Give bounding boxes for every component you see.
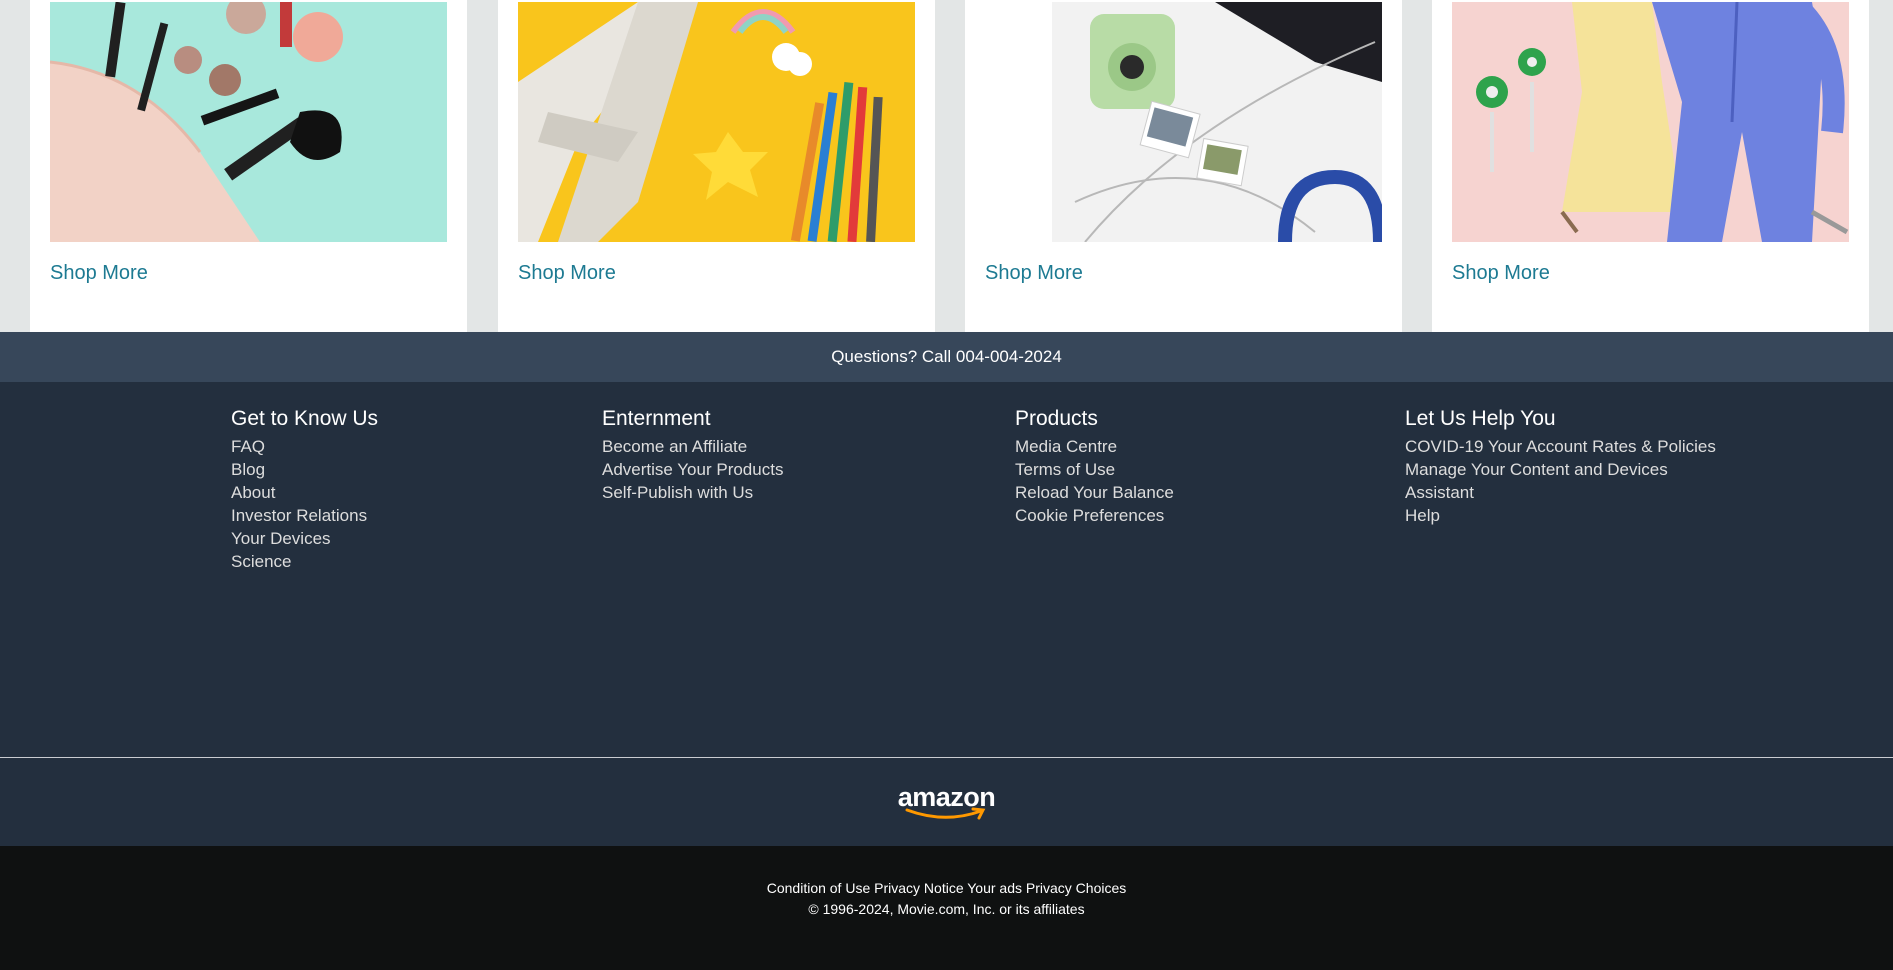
amazon-logo[interactable]: amazon — [895, 782, 999, 822]
condition-of-use-link[interactable]: Condition of Use — [767, 880, 871, 896]
product-cards-row: Shop More Shop More Shop More Shop More — [0, 0, 1893, 332]
footer-column-enternment: Enternment Become an Affiliate Advertise… — [602, 406, 783, 504]
your-ads-privacy-choices-link[interactable]: Your ads Privacy Choices — [967, 880, 1126, 896]
bottom-legal-bar: Condition of Use Privacy Notice Your ads… — [0, 846, 1893, 970]
footer-link-help[interactable]: Help — [1405, 504, 1716, 527]
questions-banner: Questions? Call 004-004-2024 — [0, 332, 1893, 382]
footer-link-media-centre[interactable]: Media Centre — [1015, 435, 1174, 458]
product-card-beauty: Shop More — [30, 0, 467, 332]
shop-more-link[interactable]: Shop More — [518, 262, 616, 285]
shop-more-link[interactable]: Shop More — [1452, 262, 1550, 285]
footer-column-get-to-know-us: Get to Know Us FAQ Blog About Investor R… — [231, 406, 378, 573]
footer-link-covid-policies[interactable]: COVID-19 Your Account Rates & Policies — [1405, 435, 1716, 458]
footer-column-title: Products — [1015, 407, 1098, 430]
footer-link-terms-of-use[interactable]: Terms of Use — [1015, 458, 1174, 481]
product-card-fashion: Shop More — [1432, 0, 1869, 332]
questions-phone-text[interactable]: Questions? Call 004-004-2024 — [831, 347, 1062, 367]
footer-link-your-devices[interactable]: Your Devices — [231, 527, 378, 550]
footer-column-title: Get to Know Us — [231, 407, 379, 430]
footer-link-cookie-preferences[interactable]: Cookie Preferences — [1015, 504, 1174, 527]
footer-links-section: Get to Know Us FAQ Blog About Investor R… — [0, 382, 1893, 757]
fashion-dresses-image[interactable] — [1452, 2, 1849, 242]
footer-link-faq[interactable]: FAQ — [231, 435, 378, 458]
footer-link-science[interactable]: Science — [231, 550, 378, 573]
footer-column-title: Enternment — [602, 407, 711, 430]
footer-link-advertise-products[interactable]: Advertise Your Products — [602, 458, 783, 481]
footer-column-let-us-help-you: Let Us Help You COVID-19 Your Account Ra… — [1405, 406, 1716, 527]
privacy-notice-link[interactable]: Privacy Notice — [874, 880, 963, 896]
footer-link-blog[interactable]: Blog — [231, 458, 378, 481]
makeup-bag-image[interactable] — [50, 2, 447, 242]
legal-links: Condition of Use Privacy Notice Your ads… — [0, 878, 1893, 898]
footer-column-products: Products Media Centre Terms of Use Reloa… — [1015, 406, 1174, 527]
camera-headphones-image[interactable] — [985, 2, 1382, 242]
footer-link-investor-relations[interactable]: Investor Relations — [231, 504, 378, 527]
toys-pencils-image[interactable] — [518, 2, 915, 242]
footer-link-assistant[interactable]: Assistant — [1405, 481, 1716, 504]
smile-arrow-icon — [905, 807, 985, 820]
product-card-toys: Shop More — [498, 0, 935, 332]
logo-band: amazon — [0, 758, 1893, 846]
footer-link-reload-balance[interactable]: Reload Your Balance — [1015, 481, 1174, 504]
shop-more-link[interactable]: Shop More — [985, 262, 1083, 285]
footer-column-title: Let Us Help You — [1405, 407, 1556, 430]
footer-link-become-affiliate[interactable]: Become an Affiliate — [602, 435, 783, 458]
shop-more-link[interactable]: Shop More — [50, 262, 148, 285]
footer-link-manage-content[interactable]: Manage Your Content and Devices — [1405, 458, 1716, 481]
product-card-electronics: Shop More — [965, 0, 1402, 332]
footer-link-about[interactable]: About — [231, 481, 378, 504]
footer-link-self-publish[interactable]: Self-Publish with Us — [602, 481, 783, 504]
copyright-text: © 1996-2024, Movie.com, Inc. or its affi… — [808, 901, 1085, 917]
